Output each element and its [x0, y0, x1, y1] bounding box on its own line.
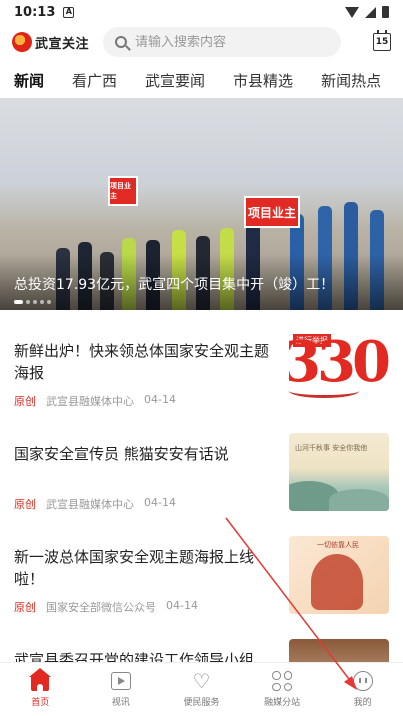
carousel-dot	[33, 300, 37, 304]
nav-home[interactable]: 首页	[0, 663, 81, 716]
nav-label: 首页	[31, 698, 50, 708]
carousel-dot	[47, 300, 51, 304]
news-list: 新鲜出炉！快来领总体国家安全观主题海报 原创 武宣县融媒体中心 04-14 进行…	[0, 318, 403, 662]
grid-icon	[272, 671, 293, 691]
nav-label: 我的	[353, 698, 372, 708]
status-bar: 10:13 A	[0, 0, 403, 24]
bottom-nav: 首页 视讯 ♡ 便民服务 融媒分站 我的	[0, 662, 403, 716]
tab-guangxi[interactable]: 看广西	[58, 70, 131, 91]
video-icon	[110, 672, 131, 690]
news-date: 04-14	[144, 393, 176, 406]
news-title: 国家安全宣传员 熊猫安安有话说	[14, 445, 229, 463]
news-meta: 原创 武宣县融媒体中心 04-14	[14, 496, 176, 512]
logo-icon	[12, 32, 32, 52]
nav-services[interactable]: ♡ 便民服务	[161, 663, 242, 716]
news-title: 武宣县委召开党的建设工作领导小组	[14, 651, 255, 662]
news-item[interactable]: 新一波总体国家安全观主题海报上线啦！ 原创 国家安全部微信公众号 04-14 一…	[0, 524, 403, 627]
tab-county-picks[interactable]: 市县精选	[219, 70, 307, 91]
poster-figure	[311, 554, 363, 610]
news-tag: 原创	[14, 395, 36, 408]
status-icons	[345, 6, 389, 18]
notification-icon: A	[63, 6, 75, 18]
news-thumbnail: 进行举报 330	[289, 330, 389, 408]
news-tag: 原创	[14, 601, 36, 614]
signal-icon	[365, 6, 376, 18]
carousel-dot	[14, 300, 23, 304]
home-icon	[29, 668, 52, 691]
news-thumbnail: 山河千秋事 安全你我他	[289, 433, 389, 511]
hero-caption: 总投资17.93亿元，武宣四个项目集中开（竣）工！	[14, 277, 335, 293]
news-thumbnail	[289, 639, 389, 662]
news-item[interactable]: 武宣县委召开党的建设工作领导小组	[0, 627, 403, 662]
thumb-label: 山河千秋事 安全你我他	[295, 444, 368, 452]
carousel-indicator	[14, 300, 51, 304]
app-logo[interactable]: 武宣关注	[12, 32, 89, 52]
battery-icon	[382, 6, 389, 18]
news-title: 新一波总体国家安全观主题海报上线啦！	[14, 548, 255, 588]
great-wall-graphic	[289, 384, 359, 398]
channel-tabs: 新闻 看广西 武宣要闻 市县精选 新闻热点	[0, 62, 403, 98]
news-date: 04-14	[144, 496, 176, 509]
news-date: 04-14	[166, 599, 198, 612]
news-source: 国家安全部微信公众号	[46, 601, 156, 614]
news-tag: 原创	[14, 498, 36, 511]
nav-label: 融媒分站	[264, 698, 301, 708]
news-item[interactable]: 国家安全宣传员 熊猫安安有话说 原创 武宣县融媒体中心 04-14 山河千秋事 …	[0, 421, 403, 524]
carousel-dot	[40, 300, 44, 304]
news-thumbnail: 一切依靠人民	[289, 536, 389, 614]
hero-sign-left: 项目业主	[108, 176, 138, 206]
face-icon	[352, 671, 373, 691]
heart-icon: ♡	[192, 669, 211, 693]
search-input[interactable]	[135, 34, 326, 50]
app-header: 武宣关注 15	[0, 24, 403, 60]
tab-wuxuan-news[interactable]: 武宣要闻	[131, 70, 219, 91]
news-item[interactable]: 新鲜出炉！快来领总体国家安全观主题海报 原创 武宣县融媒体中心 04-14 进行…	[0, 318, 403, 421]
news-meta: 原创 武宣县融媒体中心 04-14	[14, 393, 176, 409]
thumb-number: 330	[289, 330, 389, 395]
news-meta: 原创 国家安全部微信公众号 04-14	[14, 599, 198, 615]
nav-profile[interactable]: 我的	[322, 663, 403, 716]
hero-sign-right: 项目业主	[244, 196, 300, 228]
status-time: 10:13	[14, 4, 56, 20]
nav-video[interactable]: 视讯	[81, 663, 162, 716]
tab-news[interactable]: 新闻	[0, 70, 58, 91]
nav-label: 便民服务	[183, 698, 220, 708]
wifi-icon	[345, 6, 359, 18]
app-name: 武宣关注	[35, 36, 90, 52]
carousel-dot	[26, 300, 30, 304]
tab-hot-news[interactable]: 新闻热点	[307, 70, 395, 91]
news-title: 新鲜出炉！快来领总体国家安全观主题海报	[14, 342, 270, 382]
news-source: 武宣县融媒体中心	[46, 498, 134, 511]
nav-label: 视讯	[111, 698, 130, 708]
hero-banner[interactable]: 项目业主 项目业主 总投资17.93亿元，武宣四个项目集中开（竣）工！	[0, 98, 403, 310]
thumb-label: 一切依靠人民	[317, 541, 359, 549]
nav-media-stations[interactable]: 融媒分站	[242, 663, 323, 716]
search-bar[interactable]	[103, 27, 342, 57]
calendar-icon[interactable]: 15	[373, 30, 391, 51]
search-icon	[115, 36, 128, 48]
news-source: 武宣县融媒体中心	[46, 395, 134, 408]
